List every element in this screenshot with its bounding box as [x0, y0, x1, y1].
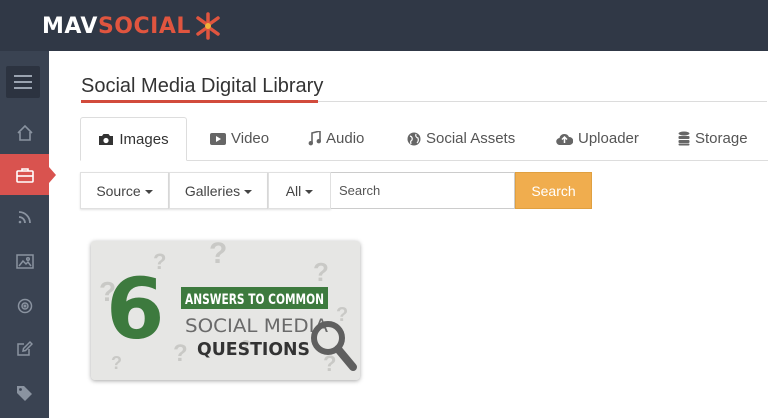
svg-text:?: ?	[313, 257, 329, 287]
caret-down-icon	[244, 189, 253, 194]
sidebar-item-target[interactable]	[0, 285, 49, 326]
tab-audio-label: Audio	[326, 130, 365, 147]
thumb-big-number: 6	[106, 260, 164, 358]
svg-text:?: ?	[336, 304, 348, 326]
main-content: Social Media Digital Library Images Vide…	[49, 51, 768, 418]
media-tabs: Images Video Audio Social Assets Uploade…	[80, 117, 768, 161]
video-icon	[210, 132, 226, 145]
library-image-thumbnail[interactable]: ? ? ? ? ? ? ? ? ? 6 ANSWERS TO COMMON SO…	[91, 241, 360, 380]
tab-social-assets[interactable]: Social Assets	[407, 117, 515, 160]
rss-icon	[18, 210, 31, 223]
tab-images-label: Images	[119, 130, 169, 148]
caret-down-icon	[144, 189, 153, 194]
briefcase-icon	[15, 167, 34, 183]
all-dropdown-label: All	[285, 182, 302, 199]
camera-icon	[99, 134, 114, 145]
sidebar-item-feeds[interactable]	[0, 196, 49, 237]
source-dropdown-label: Source	[96, 182, 141, 199]
sidebar-item-library[interactable]	[0, 154, 56, 195]
home-icon	[16, 124, 33, 141]
page-title: Social Media Digital Library	[81, 75, 324, 97]
image-icon	[15, 254, 34, 269]
cloud-upload-icon	[556, 133, 573, 145]
search-button[interactable]: Search	[515, 172, 592, 209]
tag-icon	[17, 386, 32, 401]
svg-text:?: ?	[173, 340, 188, 367]
thumb-line-2: SOCIAL MEDIA	[185, 315, 328, 337]
filter-bar: Source Galleries All Search	[80, 172, 592, 211]
tab-social-assets-label: Social Assets	[426, 130, 516, 147]
music-icon	[308, 131, 321, 146]
search-input[interactable]	[331, 172, 515, 209]
tab-uploader[interactable]: Uploader	[556, 117, 639, 160]
source-dropdown[interactable]: Source	[80, 172, 169, 209]
all-dropdown[interactable]: All	[268, 172, 331, 209]
tab-video-label: Video	[231, 130, 270, 147]
title-underline-accent	[81, 100, 318, 103]
tab-storage-label: Storage	[695, 130, 748, 147]
tab-audio[interactable]: Audio	[308, 117, 364, 160]
logo-star-icon	[196, 12, 220, 40]
sidebar-item-home[interactable]	[0, 112, 49, 153]
tab-storage[interactable]: Storage	[678, 117, 748, 160]
tab-uploader-label: Uploader	[578, 130, 639, 147]
app-logo[interactable]: MAVSOCIAL	[42, 9, 221, 43]
caret-down-icon	[305, 189, 314, 194]
top-bar: MAVSOCIAL	[0, 0, 768, 51]
thumb-line-1: ANSWERS TO COMMON	[185, 292, 324, 308]
galleries-dropdown[interactable]: Galleries	[169, 172, 268, 209]
sidebar-item-compose[interactable]	[0, 328, 49, 369]
thumbnail-graphic: ? ? ? ? ? ? ? ? ? 6 ANSWERS TO COMMON SO…	[91, 241, 360, 380]
thumb-line-3: QUESTIONS	[197, 339, 310, 360]
logo-text: MAVSOCIAL	[42, 13, 191, 39]
menu-toggle-button[interactable]	[6, 66, 40, 98]
database-icon	[678, 131, 690, 146]
target-icon	[17, 298, 32, 313]
svg-text:?: ?	[209, 241, 227, 270]
sidebar	[0, 51, 56, 418]
sidebar-item-tags[interactable]	[0, 373, 49, 414]
galleries-dropdown-label: Galleries	[184, 182, 241, 199]
menu-icon	[14, 75, 32, 89]
sidebar-item-media[interactable]	[0, 241, 49, 282]
tab-video[interactable]: Video	[210, 117, 269, 160]
globe-icon	[407, 132, 421, 145]
edit-icon	[17, 340, 33, 356]
tab-images[interactable]: Images	[80, 117, 187, 161]
